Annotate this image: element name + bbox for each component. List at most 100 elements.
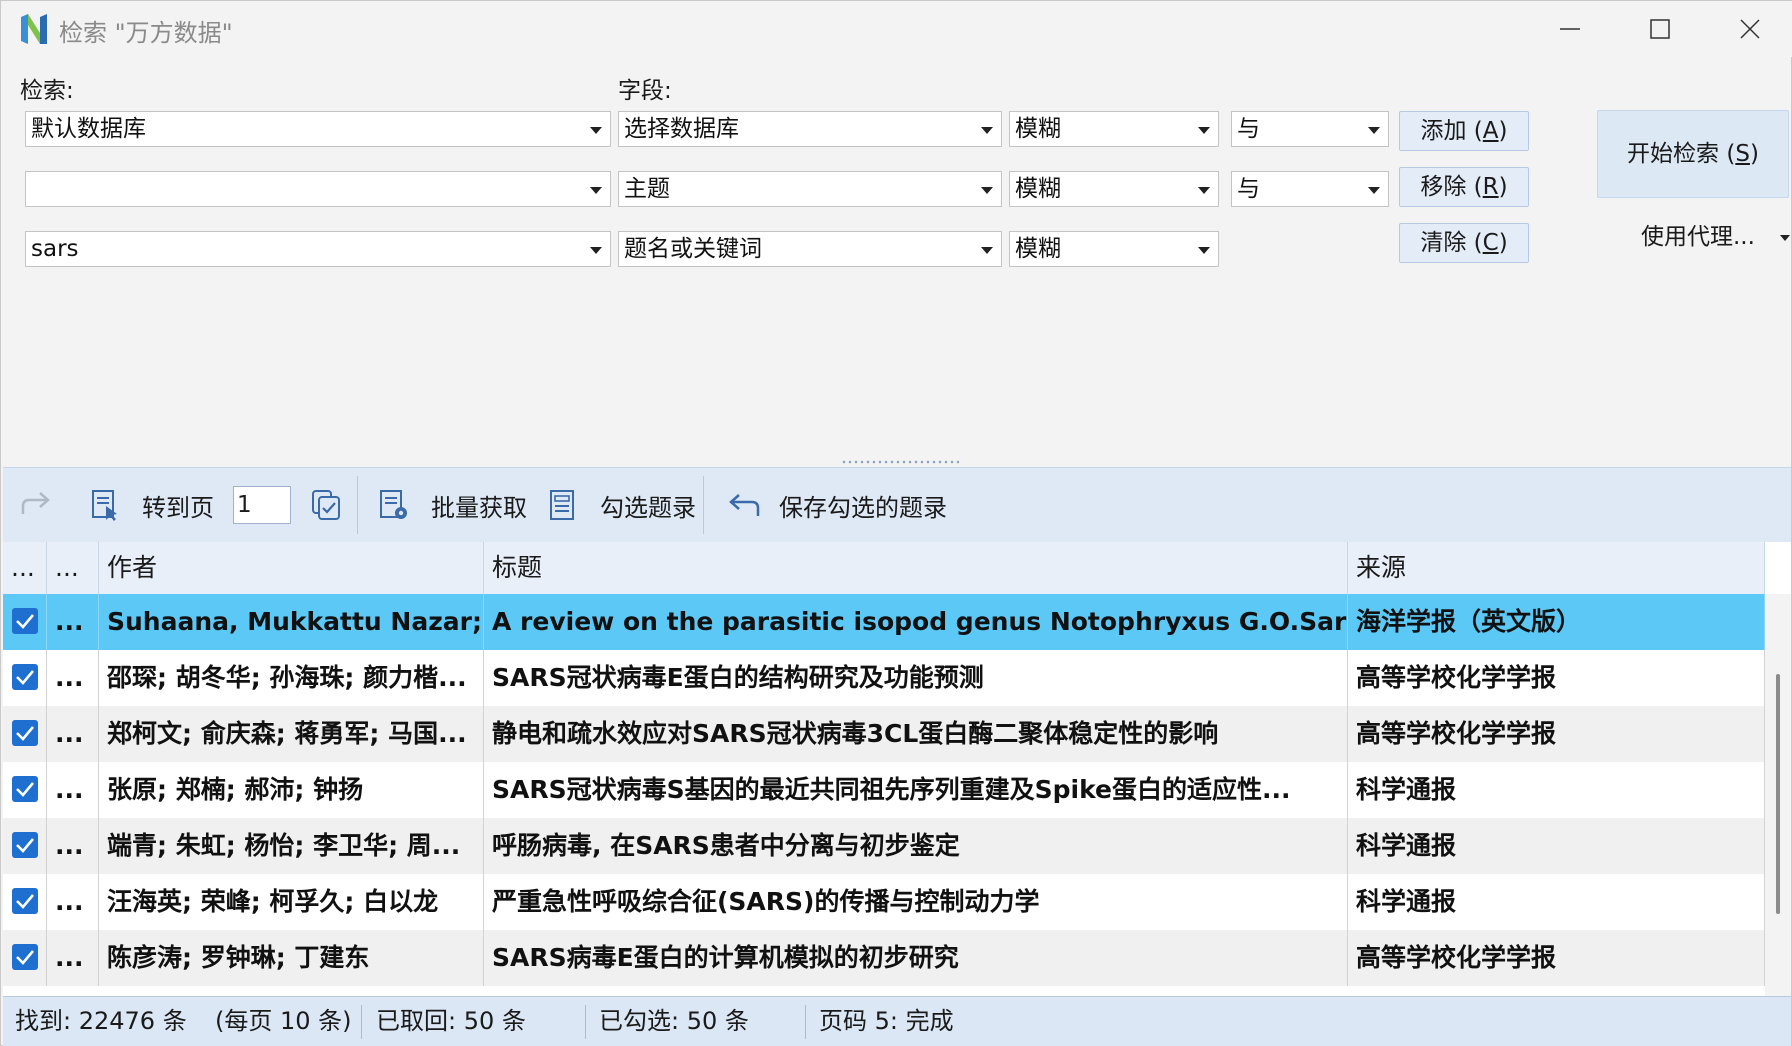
- status-separator: [361, 1005, 362, 1039]
- splitter-handle[interactable]: [841, 459, 959, 465]
- match-select-2[interactable]: 模糊: [1009, 171, 1219, 207]
- table-row[interactable]: ... 汪海英; 荣峰; 柯孚久; 白以龙 严重急性呼吸综合征(SARS)的传播与控…: [3, 874, 1765, 930]
- checkbox-cell[interactable]: [3, 706, 47, 762]
- chevron-down-icon: [981, 247, 993, 254]
- checkmark-icon: [16, 950, 34, 965]
- search-panel: 检索: 字段: 默认数据库 选择数据库 模糊 与 添加 (A) 主题 模糊 与: [3, 57, 1791, 461]
- chevron-down-icon: [590, 127, 602, 134]
- checkmark-icon: [16, 782, 34, 797]
- list-document-icon: [550, 490, 574, 520]
- field-label: 字段:: [618, 78, 672, 104]
- checkbox[interactable]: [12, 664, 38, 690]
- column-header-check[interactable]: ...: [3, 542, 47, 594]
- search-window: 检索 "万方数据" 检索: 字段: 默认数据库 选择数据库 模糊 与 添加 (A…: [0, 0, 1792, 1046]
- vertical-scrollbar[interactable]: [1765, 594, 1791, 996]
- status-bar: 找到: 22476 条 (每页 10 条) 已取回: 50 条 已勾选: 50 …: [3, 996, 1791, 1046]
- proxy-dropdown[interactable]: 使用代理...: [1641, 217, 1791, 257]
- database-select-1[interactable]: 默认数据库: [25, 111, 611, 147]
- page-number-input[interactable]: 1: [233, 486, 291, 524]
- logic-select-2[interactable]: 与: [1231, 171, 1389, 207]
- document-cursor-icon: [92, 490, 117, 521]
- more-cell[interactable]: ...: [47, 818, 99, 874]
- title-cell: 严重急性呼吸综合征(SARS)的传播与控制动力学: [484, 874, 1348, 930]
- checkbox[interactable]: [12, 832, 38, 858]
- table-row[interactable]: ... 邵琛; 胡冬华; 孙海珠; 颜力楷... SARS冠状病毒E蛋白的结构研究及…: [3, 650, 1765, 706]
- title-cell: SARS冠状病毒S基因的最近共同祖先序列重建及Spike蛋白的适应性...: [484, 762, 1348, 818]
- forward-button[interactable]: [19, 468, 53, 542]
- minimize-button[interactable]: [1524, 1, 1616, 57]
- remove-button[interactable]: 移除 (R): [1399, 167, 1529, 207]
- table-row[interactable]: ... 端青; 朱虹; 杨怡; 李卫华; 周... 呼肠病毒, 在SARS患者中分离…: [3, 818, 1765, 874]
- chevron-down-icon: [1198, 247, 1210, 254]
- source-cell: 高等学校化学学报: [1348, 930, 1765, 986]
- checkbox[interactable]: [12, 888, 38, 914]
- more-cell[interactable]: ...: [47, 594, 99, 650]
- table-row[interactable]: ... 张原; 郑楠; 郝沛; 钟扬 SARS冠状病毒S基因的最近共同祖先序列重建及…: [3, 762, 1765, 818]
- checkbox-cell[interactable]: [3, 818, 47, 874]
- check-records-button[interactable]: 勾选题录: [546, 468, 696, 542]
- chevron-down-icon: [590, 187, 602, 194]
- field-select-2[interactable]: 主题: [618, 171, 1002, 207]
- database-select-2[interactable]: [25, 171, 611, 207]
- checkbox[interactable]: [12, 720, 38, 746]
- author-cell: Suhaana, Mukkattu Nazar;...: [99, 594, 484, 650]
- author-cell: 端青; 朱虹; 杨怡; 李卫华; 周...: [99, 818, 484, 874]
- field-select-1[interactable]: 选择数据库: [618, 111, 1002, 147]
- close-button[interactable]: [1704, 1, 1792, 57]
- checkmark-icon: [16, 670, 34, 685]
- source-cell: 科学通报: [1348, 818, 1765, 874]
- title-cell: SARS冠状病毒E蛋白的结构研究及功能预测: [484, 650, 1348, 706]
- checkbox-cell[interactable]: [3, 930, 47, 986]
- checkbox-cell[interactable]: [3, 594, 47, 650]
- chevron-down-icon: [1368, 127, 1380, 134]
- maximize-button[interactable]: [1614, 1, 1706, 57]
- more-cell[interactable]: ...: [47, 874, 99, 930]
- match-select-1[interactable]: 模糊: [1009, 111, 1219, 147]
- checkbox[interactable]: [12, 608, 38, 634]
- start-search-button[interactable]: 开始检索 (S): [1597, 110, 1789, 198]
- results-grid: ... ... 作者 标题 来源 ... Suhaana, Mukkattu Na…: [3, 542, 1791, 996]
- more-cell[interactable]: ...: [47, 930, 99, 986]
- goto-page-button[interactable]: 转到页: [88, 468, 214, 542]
- author-cell: 郑柯文; 俞庆森; 蒋勇军; 马国...: [99, 706, 484, 762]
- title-bar: 检索 "万方数据": [1, 1, 1792, 57]
- status-separator: [805, 1005, 806, 1039]
- checkbox-cell[interactable]: [3, 762, 47, 818]
- chevron-down-icon: [590, 247, 602, 254]
- table-row[interactable]: ... 郑柯文; 俞庆森; 蒋勇军; 马国... 静电和疏水效应对SARS冠状病毒3…: [3, 706, 1765, 762]
- match-select-3[interactable]: 模糊: [1009, 231, 1219, 267]
- title-cell: 静电和疏水效应对SARS冠状病毒3CL蛋白酶二聚体稳定性的影响: [484, 706, 1348, 762]
- field-select-3[interactable]: 题名或关键词: [618, 231, 1002, 267]
- batch-fetch-button[interactable]: 批量获取: [377, 468, 527, 542]
- checkbox-cell[interactable]: [3, 874, 47, 930]
- more-cell[interactable]: ...: [47, 650, 99, 706]
- copy-check-button[interactable]: [309, 468, 343, 542]
- more-cell[interactable]: ...: [47, 762, 99, 818]
- table-row[interactable]: ... 陈彦涛; 罗钟琳; 丁建东 SARS病毒E蛋白的计算机模拟的初步研究 高等学校…: [3, 930, 1765, 986]
- close-icon: [1740, 19, 1760, 39]
- checkmark-icon: [16, 894, 34, 909]
- logic-select-1[interactable]: 与: [1231, 111, 1389, 147]
- save-checked-button[interactable]: 保存勾选的题录: [727, 468, 947, 542]
- checkbox[interactable]: [12, 944, 38, 970]
- column-header-more[interactable]: ...: [47, 542, 99, 594]
- source-cell: 高等学校化学学报: [1348, 706, 1765, 762]
- window-title: 检索 "万方数据": [59, 19, 233, 47]
- batch-fetch-label: 批量获取: [431, 493, 527, 522]
- title-cell: 呼肠病毒, 在SARS患者中分离与初步鉴定: [484, 818, 1348, 874]
- chevron-down-icon: [981, 187, 993, 194]
- status-checked: 已勾选: 50 条: [599, 1007, 749, 1035]
- status-fetched: 已取回: 50 条: [376, 1007, 526, 1035]
- checkbox-cell[interactable]: [3, 650, 47, 706]
- column-header-title[interactable]: 标题: [484, 542, 1348, 594]
- clear-button[interactable]: 清除 (C): [1399, 223, 1529, 263]
- database-select-3[interactable]: sars: [25, 231, 611, 267]
- scrollbar-thumb[interactable]: [1776, 674, 1780, 914]
- more-cell[interactable]: ...: [47, 706, 99, 762]
- column-header-source[interactable]: 来源: [1348, 542, 1765, 594]
- column-header-author[interactable]: 作者: [99, 542, 484, 594]
- table-row[interactable]: ... Suhaana, Mukkattu Nazar;... A review o…: [3, 594, 1765, 650]
- check-records-label: 勾选题录: [600, 493, 696, 522]
- add-button[interactable]: 添加 (A): [1399, 111, 1529, 151]
- checkbox[interactable]: [12, 776, 38, 802]
